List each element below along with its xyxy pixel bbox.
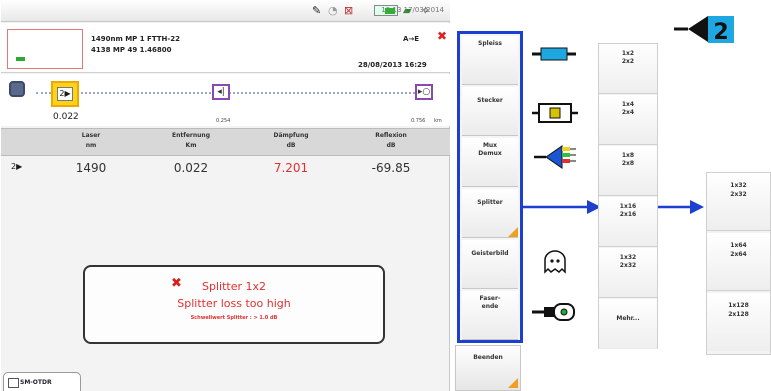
connector-icon: [532, 103, 578, 123]
position-main: 0.022: [53, 112, 79, 122]
col-distance-unit: Km: [185, 142, 197, 149]
list-item-1x16[interactable]: 1x16 2x16: [599, 197, 657, 247]
col-distance: Entfernung: [172, 132, 210, 139]
item-label: 1x32: [619, 254, 637, 261]
position-end: 0.756: [411, 118, 426, 124]
ghost-icon: [544, 250, 566, 274]
menu-label: Stecker: [477, 97, 503, 104]
cell-reflection: -69.85: [371, 161, 411, 175]
col-reflection-unit: dB: [386, 142, 396, 149]
menu-label: Spleiss: [478, 40, 502, 47]
splitter-event-selected[interactable]: 2▶: [51, 81, 79, 107]
info-line-2: 4138 MP 49 1.46800: [91, 46, 172, 54]
list-item-1x32[interactable]: 1x32 2x32: [599, 248, 657, 298]
mux-demux-icon: [534, 145, 576, 169]
item-label-2: 2x8: [621, 160, 635, 167]
splice-icon: [532, 47, 576, 61]
col-laser: Laser: [81, 132, 101, 139]
info-line-1: 1490nm MP 1 FTTH-22: [91, 35, 181, 43]
usb-icon: ⊠: [344, 4, 354, 17]
list-item-1x32[interactable]: 1x32 2x32: [707, 173, 770, 231]
status-bar: ✎ ◔ ⊠ ▰ ✧ 13:13 17/03/2014: [1, 0, 450, 22]
item-label-2: 2x4: [621, 109, 635, 116]
otdr-panel: ✎ ◔ ⊠ ▰ ✧ 13:13 17/03/2014 1490nm MP 1 F…: [1, 0, 450, 391]
position-unit: km: [434, 118, 442, 124]
function-menu: Spleiss Stecker Mux Demux Splitter Geist…: [457, 31, 523, 343]
menu-item-faserende[interactable]: Faser- ende: [462, 291, 518, 340]
arrow-to-list2: [658, 200, 704, 214]
menu-label-2: Demux: [478, 150, 502, 157]
alert-box: ✖ Splitter 1x2 Splitter loss too high Sc…: [83, 265, 385, 344]
item-label: 1x8: [621, 152, 635, 159]
cell-laser: 1490: [75, 161, 107, 175]
item-label: 1x128: [728, 302, 749, 309]
menu-label: Faser-: [479, 295, 501, 302]
splitter-list-primary: 1x2 2x2 1x4 2x4 1x8 2x8 1x16 2x16 1x32 2…: [598, 43, 658, 349]
tab-sm-otdr[interactable]: SM-OTDR: [3, 372, 81, 391]
row-splitter-icon: 2▶: [11, 162, 23, 171]
clock: 13:13 17/03/2014: [381, 6, 444, 14]
col-attenuation: Dämpfung: [273, 132, 309, 139]
list-item-1x2[interactable]: 1x2 2x2: [599, 44, 657, 94]
table-header: Laser nm Entfernung Km Dämpfung dB Refle…: [1, 128, 450, 156]
col-laser-unit: nm: [85, 142, 97, 149]
menu-label-2: ende: [481, 303, 499, 310]
badge-number: 2: [713, 20, 728, 45]
splitter-icon: 2▶: [57, 87, 73, 101]
list-item-1x8[interactable]: 1x8 2x8: [599, 146, 657, 196]
position-mid: 0.254: [216, 118, 231, 124]
splitter-2-badge-icon: 2: [674, 16, 734, 45]
menu-item-stecker[interactable]: Stecker: [462, 87, 518, 136]
alert-message: Splitter loss too high: [177, 297, 291, 310]
menu-label: Geisterbild: [471, 250, 509, 257]
fiber-end-event-icon[interactable]: ▸○: [415, 84, 433, 100]
event-table: Laser nm Entfernung Km Dämpfung dB Refle…: [1, 128, 450, 176]
item-label: 1x2: [621, 50, 635, 57]
quit-button[interactable]: Beenden: [455, 345, 521, 391]
measurement-date: 28/08/2013 16:29: [358, 61, 427, 69]
splitter-list-more: 1x32 2x32 1x64 2x64 1x128 2x128: [706, 172, 771, 355]
menu-label: Splitter: [477, 199, 503, 206]
arrow-to-list1: [523, 200, 601, 214]
trace-thumbnail[interactable]: [7, 29, 83, 69]
connector-event-icon[interactable]: ◂|: [212, 84, 230, 100]
list-item-1x64[interactable]: 1x64 2x64: [707, 233, 770, 291]
close-icon[interactable]: ✖: [437, 29, 447, 43]
fiber-end-icon: [532, 303, 575, 321]
cell-distance: 0.022: [173, 161, 209, 175]
menu-item-splitter[interactable]: Splitter: [462, 189, 518, 238]
menu-item-geisterbild[interactable]: Geisterbild: [462, 240, 518, 289]
item-label-2: 2x32: [619, 262, 637, 269]
menu-item-spleiss[interactable]: Spleiss: [462, 36, 518, 85]
col-attenuation-unit: dB: [286, 142, 296, 149]
alert-title: Splitter 1x2: [202, 280, 266, 293]
wifi-icon: ◔: [328, 4, 338, 17]
list-item-1x128[interactable]: 1x128 2x128: [707, 293, 770, 351]
list-item-more[interactable]: Mehr...: [599, 299, 657, 349]
item-label: 1x16: [619, 203, 637, 210]
alert-threshold: Schwellwert Splitter : > 1.0 dB: [190, 315, 278, 321]
item-label-2: 2x16: [619, 211, 637, 218]
col-reflection: Reflexion: [375, 132, 407, 139]
launch-icon[interactable]: [9, 81, 25, 97]
item-label-2: 2x128: [728, 311, 749, 318]
menu-label: Mux: [482, 142, 498, 149]
menu-item-mux-demux[interactable]: Mux Demux: [462, 138, 518, 187]
item-label: Mehr...: [616, 315, 640, 322]
direction-label: A→E: [403, 35, 420, 43]
list-item-1x4[interactable]: 1x4 2x4: [599, 95, 657, 145]
item-label: 1x64: [730, 242, 747, 249]
item-label-2: 2x2: [621, 58, 635, 65]
item-label-2: 2x64: [730, 251, 747, 258]
pen-icon: ✎: [312, 4, 322, 17]
item-label-2: 2x32: [730, 191, 747, 198]
trace-line: [36, 92, 431, 94]
event-trace: 2▶ ◂| ▸○ 0.022 0.254 0.756 km: [1, 74, 450, 126]
cell-attenuation: 7.201: [273, 161, 309, 175]
item-label: 1x32: [730, 182, 747, 189]
trace-info: 1490nm MP 1 FTTH-22 4138 MP 49 1.46800 A…: [1, 23, 450, 73]
item-label: 1x4: [621, 101, 635, 108]
